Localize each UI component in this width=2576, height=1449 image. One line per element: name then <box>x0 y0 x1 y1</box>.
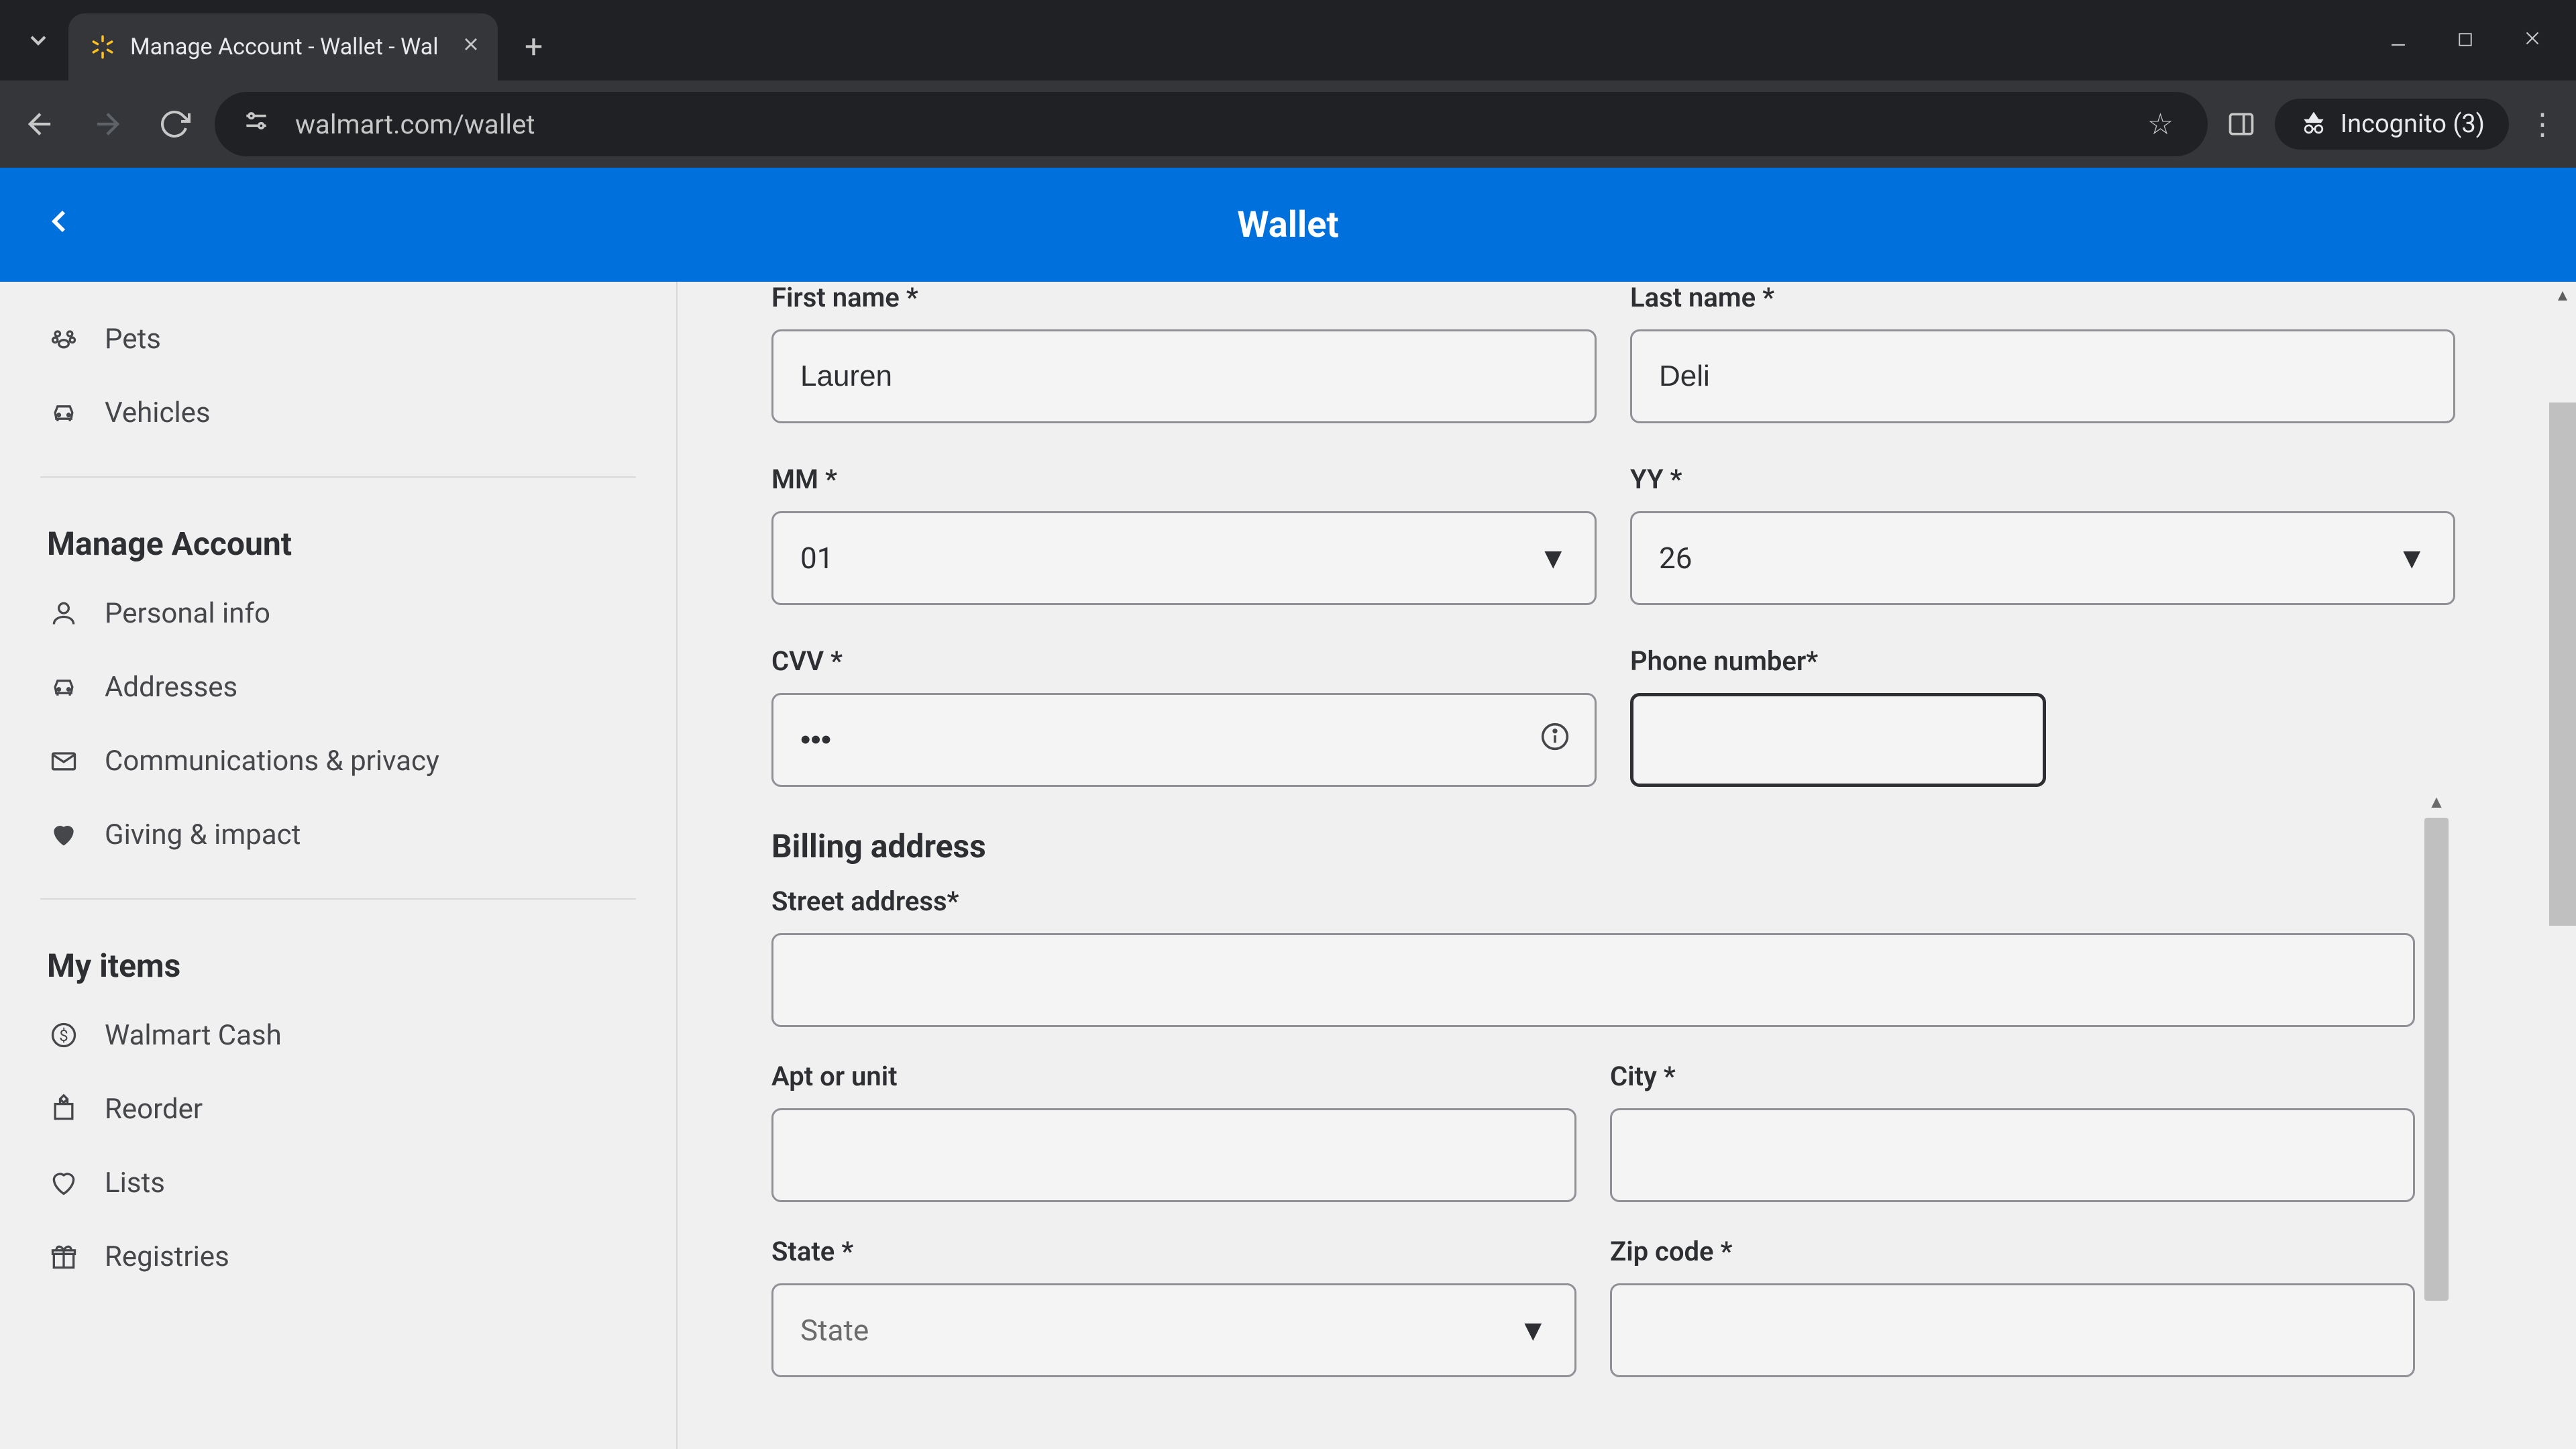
sidebar-item-label: Addresses <box>105 671 237 704</box>
site-settings-icon[interactable] <box>241 106 275 142</box>
svg-text:$: $ <box>59 1026 68 1045</box>
car-icon <box>47 670 80 704</box>
browser-menu-button[interactable]: ⋮ <box>2522 107 2563 142</box>
last-name-label: Last name * <box>1630 282 2455 313</box>
reorder-icon <box>47 1092 80 1126</box>
cvv-input[interactable] <box>771 693 1597 787</box>
sidebar-item-reorder[interactable]: Reorder <box>40 1072 636 1146</box>
tab-search-button[interactable] <box>8 10 68 70</box>
new-tab-button[interactable]: + <box>525 28 543 66</box>
mm-label: MM * <box>771 464 1597 495</box>
state-select[interactable]: State ▼ <box>771 1283 1576 1377</box>
bookmark-icon[interactable]: ☆ <box>2147 107 2181 142</box>
url-text: walmart.com/wallet <box>295 109 2127 140</box>
sidebar-item-label: Giving & impact <box>105 818 301 851</box>
sidebar: Pets Vehicles Manage Account Personal in… <box>0 282 678 1449</box>
sidebar-item-label: Personal info <box>105 597 270 630</box>
divider <box>40 476 636 478</box>
back-button[interactable] <box>13 97 67 151</box>
gift-icon <box>47 1240 80 1273</box>
sidebar-item-walmart-cash[interactable]: $ Walmart Cash <box>40 998 636 1072</box>
tab-title: Manage Account - Wallet - Wal <box>130 34 444 60</box>
inner-scroll-up-icon[interactable]: ▲ <box>2424 790 2449 814</box>
sidebar-section-my-items: My items <box>40 926 636 998</box>
sidebar-item-giving[interactable]: Giving & impact <box>40 798 636 871</box>
page-scrollbar[interactable]: ▲ <box>2549 282 2576 1449</box>
year-value: 26 <box>1659 541 1692 576</box>
person-icon <box>47 596 80 630</box>
sidebar-item-label: Lists <box>105 1167 165 1199</box>
sidebar-item-lists[interactable]: Lists <box>40 1146 636 1220</box>
street-address-input[interactable] <box>771 933 2415 1027</box>
city-input[interactable] <box>1610 1108 2415 1202</box>
state-label: State * <box>771 1236 1576 1267</box>
header-back-button[interactable] <box>40 203 78 247</box>
sidebar-item-label: Registries <box>105 1240 229 1273</box>
sidebar-item-label: Walmart Cash <box>105 1019 282 1052</box>
main-form: First name * Last name * MM * 01 ▼ <box>678 282 2549 1449</box>
year-select[interactable]: 26 ▼ <box>1630 511 2455 605</box>
page-content: Wallet Pets Vehicles Manage Account <box>0 168 2576 1449</box>
chevron-down-icon: ▼ <box>1518 1313 1548 1348</box>
browser-tab-bar: Manage Account - Wallet - Wal + <box>0 0 2576 80</box>
scroll-up-icon[interactable]: ▲ <box>2549 282 2576 309</box>
sidebar-item-pets[interactable]: Pets <box>40 302 636 376</box>
sidebar-item-registries[interactable]: Registries <box>40 1220 636 1293</box>
state-placeholder: State <box>800 1313 869 1348</box>
forward-button[interactable] <box>80 97 134 151</box>
apt-input[interactable] <box>771 1108 1576 1202</box>
sidebar-item-addresses[interactable]: Addresses <box>40 650 636 724</box>
sidebar-item-label: Pets <box>105 323 161 356</box>
browser-tab[interactable]: Manage Account - Wallet - Wal <box>68 13 498 80</box>
walmart-favicon-icon <box>89 33 117 61</box>
info-icon[interactable] <box>1540 722 1570 758</box>
zip-label: Zip code * <box>1610 1236 2415 1267</box>
heart-icon <box>47 818 80 851</box>
paw-icon <box>47 322 80 356</box>
first-name-input[interactable] <box>771 329 1597 423</box>
street-label: Street address* <box>771 885 2415 917</box>
sidebar-item-communications[interactable]: Communications & privacy <box>40 724 636 798</box>
page-title: Wallet <box>1237 204 1338 246</box>
inner-scrollbar-thumb[interactable] <box>2424 818 2449 1301</box>
divider <box>40 898 636 900</box>
billing-address-heading: Billing address <box>771 827 2415 865</box>
page-header: Wallet <box>0 168 2576 282</box>
city-label: City * <box>1610 1061 2415 1092</box>
sidebar-section-manage: Manage Account <box>40 504 636 576</box>
sidebar-item-label: Reorder <box>105 1093 203 1126</box>
phone-input[interactable] <box>1630 693 2046 787</box>
yy-label: YY * <box>1630 464 2455 495</box>
apt-label: Apt or unit <box>771 1061 1576 1092</box>
heart-outline-icon <box>47 1166 80 1199</box>
chevron-down-icon: ▼ <box>1538 541 1568 576</box>
mail-icon <box>47 744 80 777</box>
car-icon <box>47 396 80 429</box>
sidebar-item-label: Communications & privacy <box>105 745 439 777</box>
close-window-button[interactable] <box>2516 25 2549 56</box>
cash-icon: $ <box>47 1018 80 1052</box>
chevron-down-icon: ▼ <box>2397 541 2426 576</box>
window-controls <box>2381 25 2576 56</box>
sidebar-item-label: Vehicles <box>105 396 211 429</box>
zip-input[interactable] <box>1610 1283 2415 1377</box>
scrollbar-thumb[interactable] <box>2549 402 2576 926</box>
incognito-label: Incognito (3) <box>2341 109 2485 139</box>
sidebar-item-personal-info[interactable]: Personal info <box>40 576 636 650</box>
side-panel-icon[interactable] <box>2221 109 2261 139</box>
reload-button[interactable] <box>148 97 201 151</box>
month-select[interactable]: 01 ▼ <box>771 511 1597 605</box>
last-name-input[interactable] <box>1630 329 2455 423</box>
tab-close-button[interactable] <box>458 32 484 62</box>
cvv-label: CVV * <box>771 645 1597 677</box>
browser-toolbar: walmart.com/wallet ☆ Incognito (3) ⋮ <box>0 80 2576 168</box>
month-value: 01 <box>800 541 833 576</box>
incognito-badge[interactable]: Incognito (3) <box>2275 99 2509 150</box>
address-bar[interactable]: walmart.com/wallet ☆ <box>215 92 2208 156</box>
minimize-button[interactable] <box>2381 25 2415 56</box>
maximize-button[interactable] <box>2449 25 2482 56</box>
first-name-label: First name * <box>771 282 1597 313</box>
sidebar-item-vehicles[interactable]: Vehicles <box>40 376 636 449</box>
phone-label: Phone number* <box>1630 645 2455 677</box>
